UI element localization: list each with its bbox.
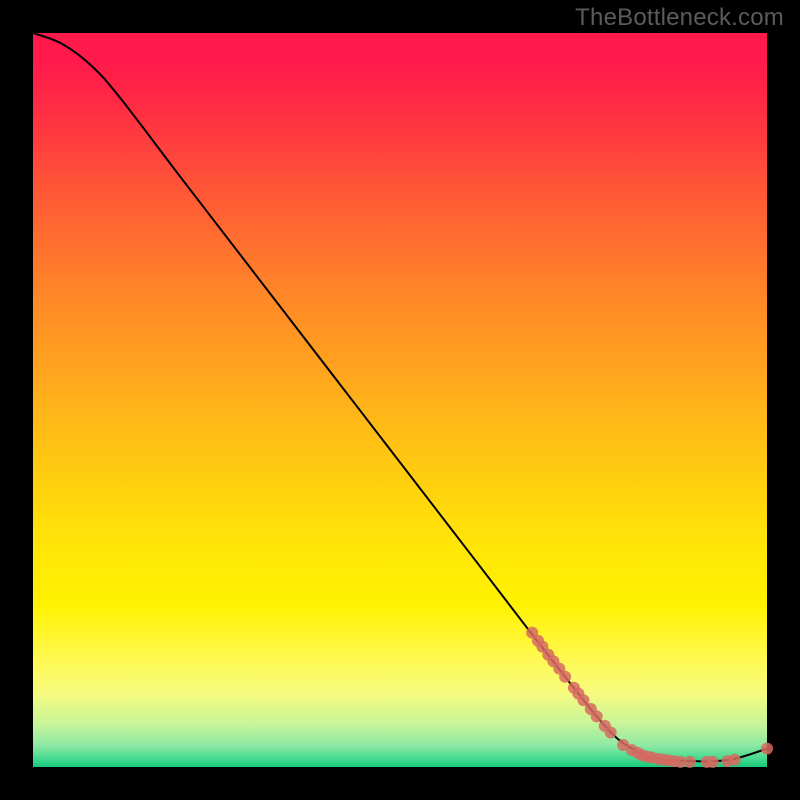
- watermark-label: TheBottleneck.com: [575, 4, 784, 32]
- data-marker: [684, 756, 696, 768]
- data-marker: [605, 727, 617, 739]
- data-markers-group: [526, 627, 773, 768]
- plot-area: [33, 33, 767, 767]
- data-marker: [559, 671, 571, 683]
- data-marker: [761, 743, 773, 755]
- chart-svg: [33, 33, 767, 767]
- data-marker: [729, 754, 741, 766]
- data-marker: [707, 756, 719, 768]
- data-marker: [591, 710, 603, 722]
- chart-frame: TheBottleneck.com: [0, 0, 800, 800]
- bottleneck-curve: [33, 33, 767, 761]
